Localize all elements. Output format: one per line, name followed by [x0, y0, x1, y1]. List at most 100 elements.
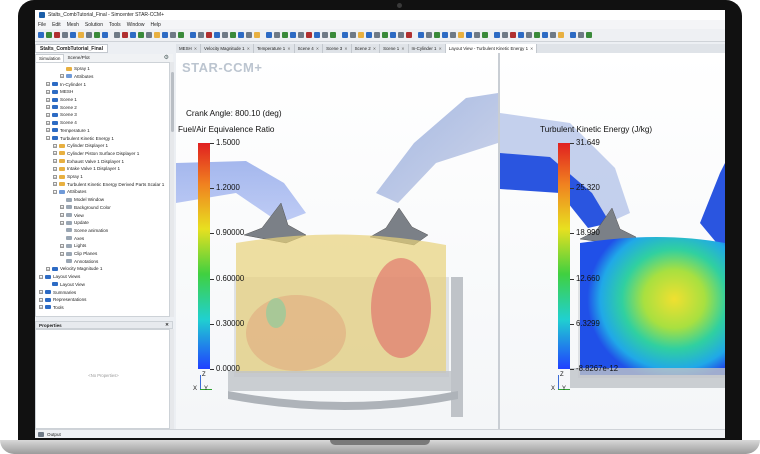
toolbar-button-icon[interactable] — [290, 32, 296, 38]
expand-icon[interactable]: + — [60, 243, 64, 248]
toolbar-button-icon[interactable] — [114, 32, 120, 38]
close-icon[interactable]: ✕ — [247, 44, 250, 53]
toolbar-button-icon[interactable] — [570, 32, 576, 38]
toolbar-button-icon[interactable] — [518, 32, 524, 38]
toolbar-button-icon[interactable] — [206, 32, 212, 38]
toolbar-button-icon[interactable] — [390, 32, 396, 38]
tree-item[interactable]: + Lights — [60, 242, 86, 250]
menu-tools[interactable]: Tools — [109, 22, 121, 28]
toolbar-button-icon[interactable] — [366, 32, 372, 38]
expand-icon[interactable]: + — [46, 97, 50, 102]
doc-tab[interactable]: Temperature 1 ✕ — [254, 44, 295, 53]
expand-icon[interactable]: + — [39, 290, 43, 295]
toolbar-button-icon[interactable] — [138, 32, 144, 38]
output-icon[interactable] — [38, 431, 44, 437]
toolbar-button-icon[interactable] — [510, 32, 516, 38]
toolbar-button-icon[interactable] — [398, 32, 404, 38]
toolbar-button-icon[interactable] — [54, 32, 60, 38]
tree-item[interactable]: + Representations — [39, 296, 86, 304]
toolbar-button-icon[interactable] — [306, 32, 312, 38]
menu-window[interactable]: Window — [127, 22, 145, 28]
toolbar-button-icon[interactable] — [458, 32, 464, 38]
toolbar-button-icon[interactable] — [342, 32, 348, 38]
toolbar-button-icon[interactable] — [374, 32, 380, 38]
toolbar-button-icon[interactable] — [266, 32, 272, 38]
output-tab[interactable]: Output — [47, 432, 61, 437]
toolbar-button-icon[interactable] — [586, 32, 592, 38]
toolbar-button-icon[interactable] — [322, 32, 328, 38]
toolbar-button-icon[interactable] — [230, 32, 236, 38]
toolbar-button-icon[interactable] — [494, 32, 500, 38]
expand-icon[interactable]: + — [46, 89, 50, 94]
toolbar-button-icon[interactable] — [534, 32, 540, 38]
expand-icon[interactable]: + — [60, 251, 64, 256]
expand-icon[interactable]: + — [53, 182, 57, 187]
toolbar-button-icon[interactable] — [246, 32, 252, 38]
toolbar-button-icon[interactable] — [350, 32, 356, 38]
toolbar-button-icon[interactable] — [298, 32, 304, 38]
tree-item[interactable]: + Temperature 1 — [46, 127, 90, 135]
toolbar-button-icon[interactable] — [434, 32, 440, 38]
tab-simulation-file[interactable]: Stalts_CombTutorial_Final — [35, 44, 108, 53]
tree-item[interactable]: + In-Cylinder 1 — [46, 80, 86, 88]
toolbar-button-icon[interactable] — [78, 32, 84, 38]
toolbar-button-icon[interactable] — [38, 32, 44, 38]
toolbar-button-icon[interactable] — [198, 32, 204, 38]
expand-icon[interactable]: + — [53, 166, 57, 171]
toolbar-button-icon[interactable] — [282, 32, 288, 38]
tree-item[interactable]: Axes — [60, 234, 84, 242]
expand-icon[interactable]: + — [39, 305, 43, 310]
tree-scroll-thumb[interactable] — [170, 72, 174, 132]
toolbar-button-icon[interactable] — [254, 32, 260, 38]
toolbar-button-icon[interactable] — [94, 32, 100, 38]
toolbar-button-icon[interactable] — [70, 32, 76, 38]
tree-item[interactable]: + Summaries — [39, 288, 76, 296]
toolbar-button-icon[interactable] — [550, 32, 556, 38]
doc-tab[interactable]: Scene 2 ✕ — [352, 44, 381, 53]
toolbar-button-icon[interactable] — [442, 32, 448, 38]
collapse-icon[interactable]: − — [39, 274, 43, 279]
expand-icon[interactable]: + — [46, 266, 50, 271]
tree-item[interactable]: + Scene 1 — [46, 96, 77, 104]
expand-icon[interactable]: + — [60, 205, 64, 210]
tree-item[interactable]: + Turbulent Kinetic Energy Derived Parts … — [53, 181, 164, 189]
close-icon[interactable]: ✕ — [316, 44, 319, 53]
toolbar-button-icon[interactable] — [46, 32, 52, 38]
collapse-icon[interactable]: − — [53, 189, 57, 194]
expand-icon[interactable]: + — [46, 112, 50, 117]
close-icon[interactable]: ✕ — [287, 44, 290, 53]
tree-item[interactable]: + Update — [60, 219, 89, 227]
doc-tab[interactable]: Layout View - Turbulent Kinetic Energy 1… — [445, 44, 538, 53]
toolbar-button-icon[interactable] — [154, 32, 160, 38]
tree-item[interactable]: Scene animation — [60, 227, 108, 235]
tree-item[interactable]: + Scene 2 — [46, 104, 77, 112]
toolbar-button-icon[interactable] — [358, 32, 364, 38]
toolbar-button-icon[interactable] — [274, 32, 280, 38]
expand-icon[interactable]: + — [60, 213, 64, 218]
toolbar-button-icon[interactable] — [382, 32, 388, 38]
properties-scrollbar[interactable] — [170, 329, 174, 429]
toolbar-button-icon[interactable] — [542, 32, 548, 38]
tree-item[interactable]: + Tools — [39, 304, 64, 312]
menu-mesh[interactable]: Mesh — [67, 22, 79, 28]
doc-tab[interactable]: In-Cylinder 1 ✕ — [409, 44, 446, 53]
close-icon[interactable]: ✕ — [344, 44, 347, 53]
expand-icon[interactable]: + — [46, 105, 50, 110]
tree-item[interactable]: + Scene 4 — [46, 119, 77, 127]
tree-item[interactable]: + Attributes — [60, 73, 93, 81]
tree-item[interactable]: Model Window — [60, 196, 104, 204]
toolbar-button-icon[interactable] — [214, 32, 220, 38]
doc-tab[interactable]: Velocity Magnitude 1 ✕ — [201, 44, 254, 53]
expand-icon[interactable]: + — [53, 159, 57, 164]
toolbar-button-icon[interactable] — [558, 32, 564, 38]
viewport-tke[interactable]: Turbulent Kinetic Energy (J/kg) 31.649 25… — [500, 53, 725, 429]
tree-options-icon[interactable]: ⚙ — [164, 54, 169, 61]
tree-item[interactable]: − Layout Views — [39, 273, 80, 281]
menu-file[interactable]: File — [38, 22, 46, 28]
menu-solution[interactable]: Solution — [85, 22, 103, 28]
doc-tab[interactable]: MESH ✕ — [176, 44, 202, 53]
doc-tab[interactable]: Scene 1 ✕ — [380, 44, 409, 53]
toolbar-button-icon[interactable] — [526, 32, 532, 38]
toolbar-button-icon[interactable] — [418, 32, 424, 38]
expand-icon[interactable]: + — [46, 120, 50, 125]
